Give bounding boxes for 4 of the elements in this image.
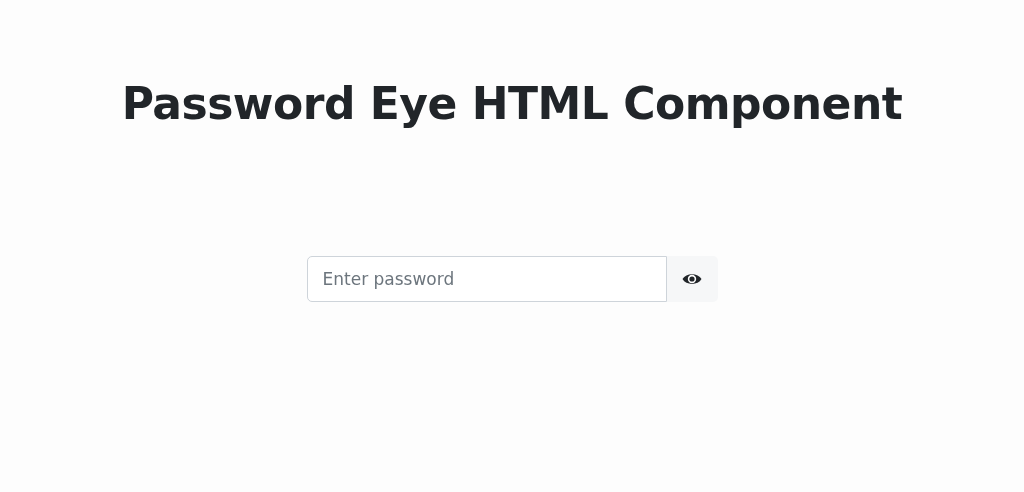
page-title: Password Eye HTML Component xyxy=(121,78,903,130)
password-field[interactable]: Enter password xyxy=(306,256,667,302)
eye-icon xyxy=(682,272,702,286)
toggle-visibility-button[interactable] xyxy=(666,256,718,302)
